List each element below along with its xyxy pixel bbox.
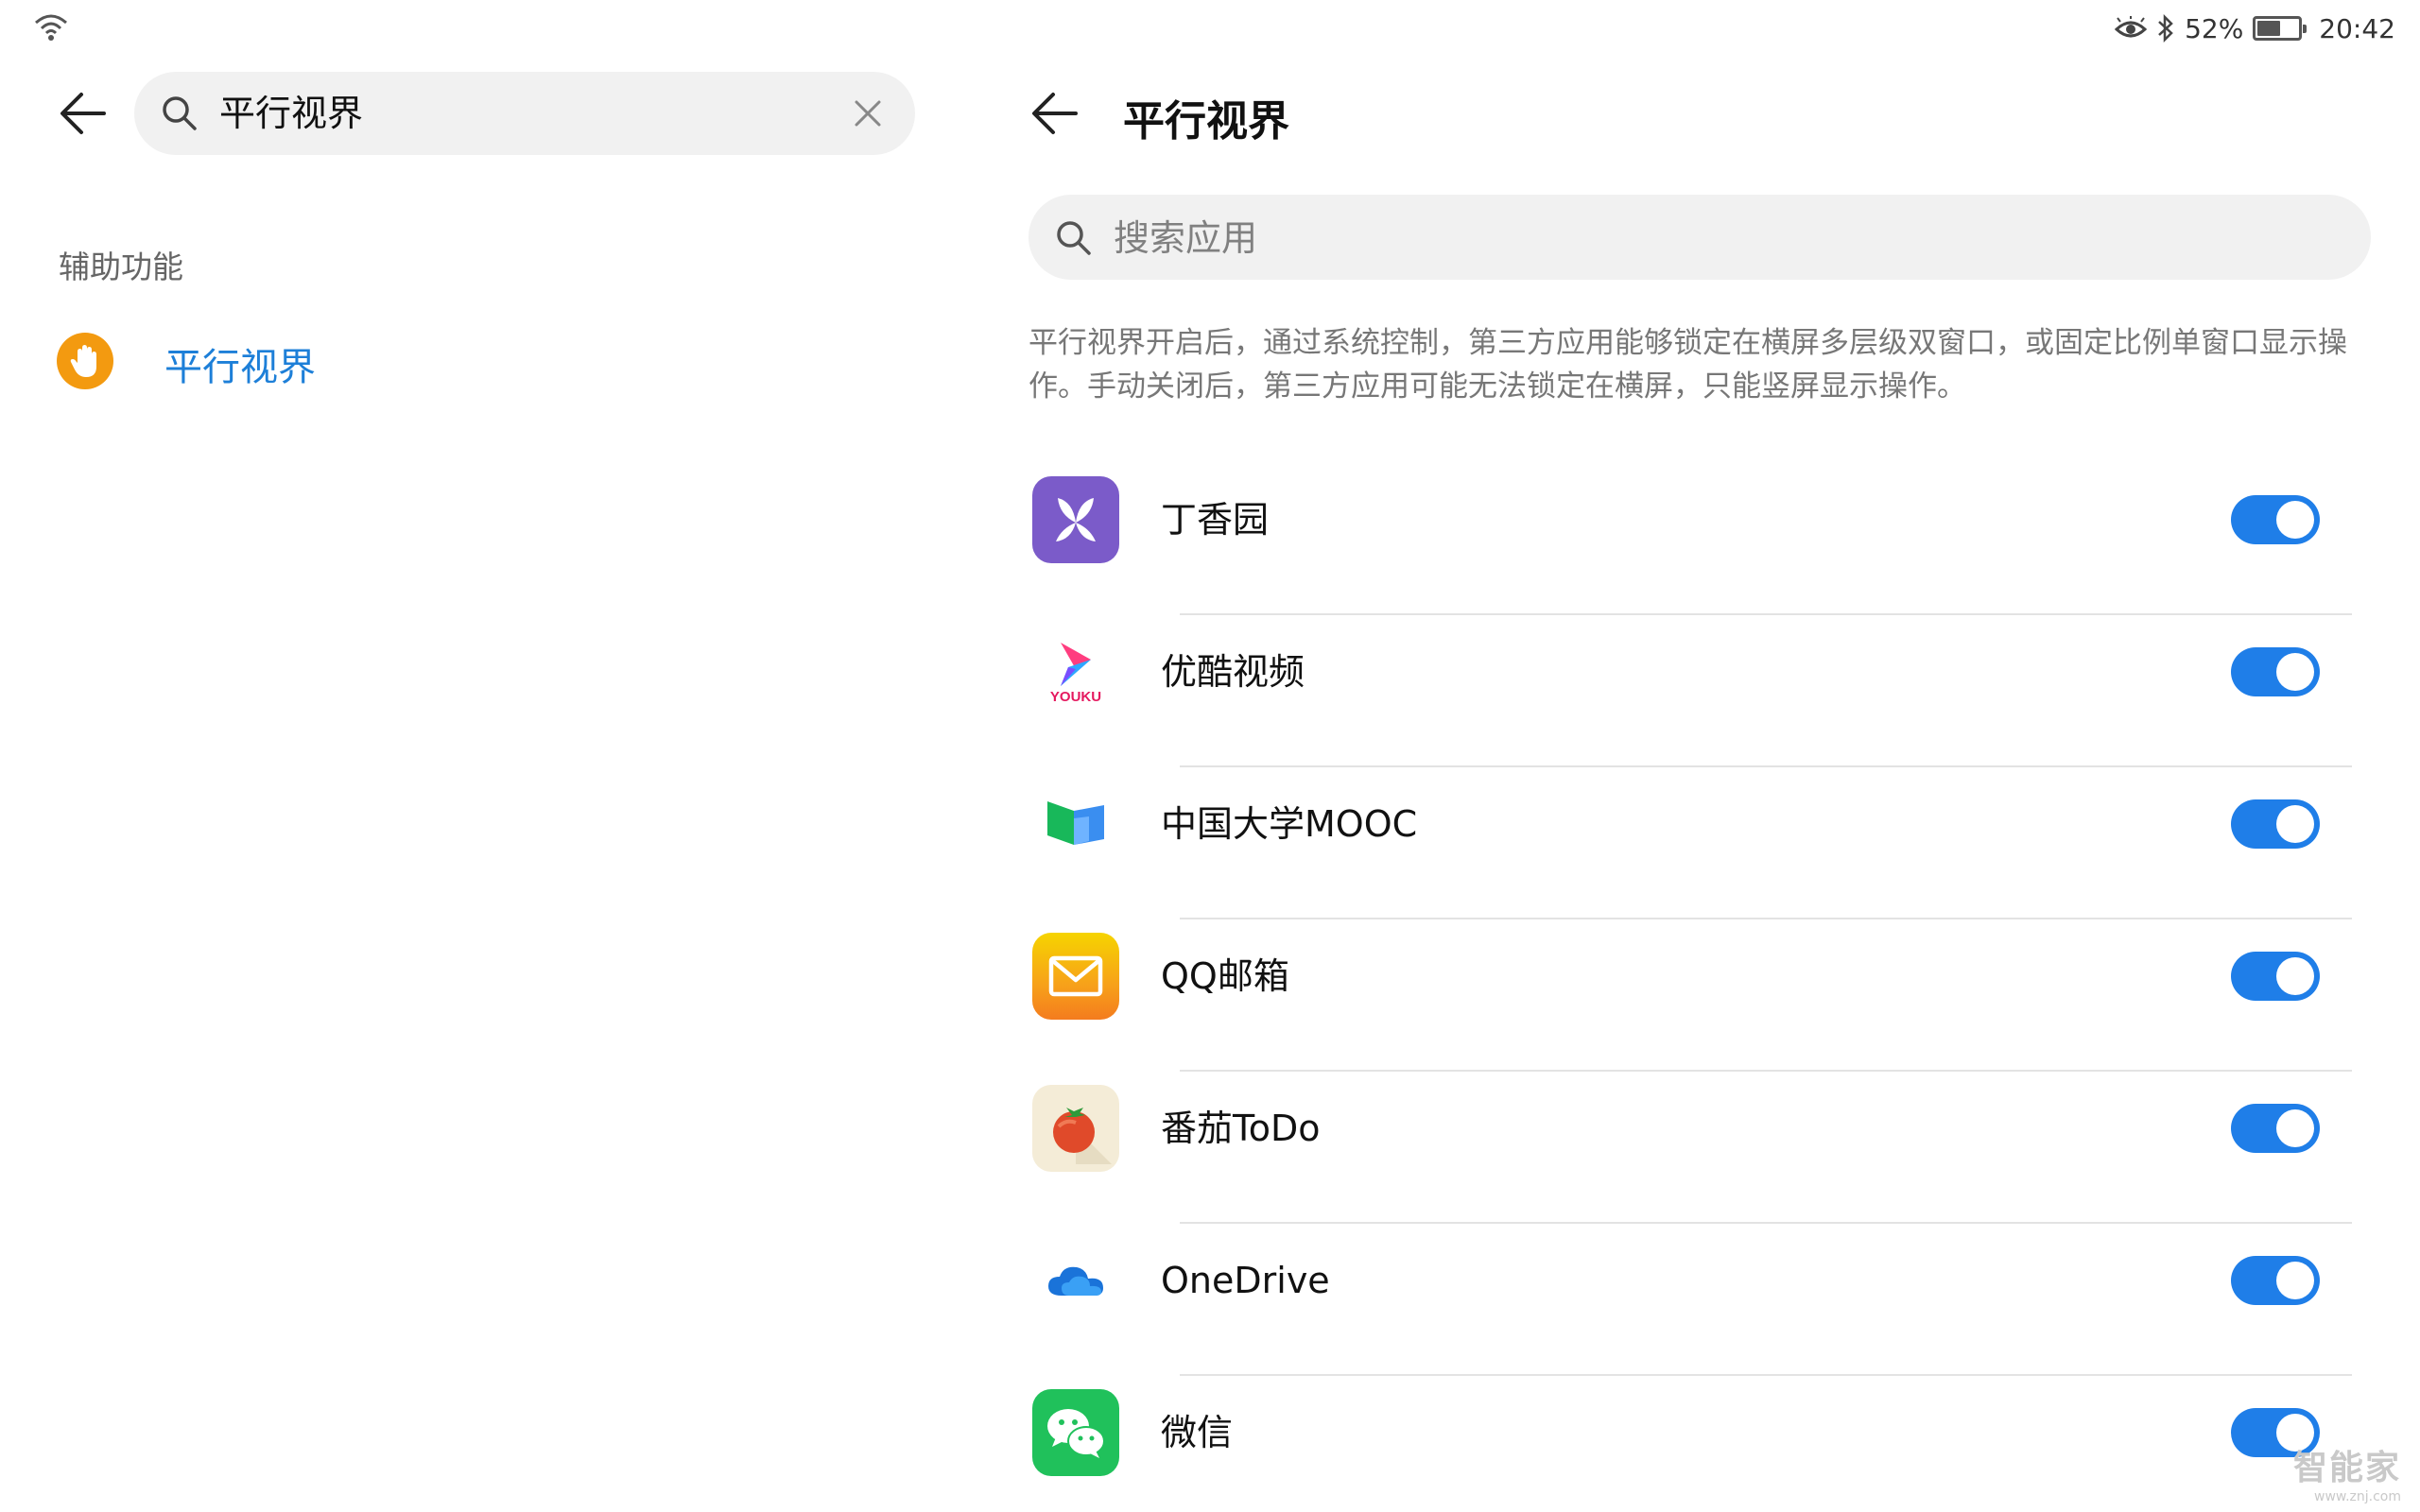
section-label: 辅助功能	[59, 249, 183, 285]
app-toggle[interactable]	[2231, 1104, 2320, 1153]
app-list: 丁香园 YOUKU 优酷视频 中国大学MOOC QQ邮箱 番茄ToDo OneD…	[1028, 463, 2371, 1512]
toggle-knob	[2276, 805, 2314, 843]
app-name: 微信	[1161, 1412, 1234, 1453]
app-toggle[interactable]	[2231, 495, 2320, 544]
back-arrow-icon[interactable]	[57, 85, 113, 142]
search-input[interactable]: 平行视界	[219, 91, 363, 136]
battery-percent: 52%	[2185, 12, 2244, 44]
tomato-todo-icon	[1032, 1085, 1119, 1172]
wechat-icon	[1032, 1389, 1119, 1476]
app-name: 中国大学MOOC	[1161, 803, 1418, 845]
wifi-icon	[35, 14, 67, 41]
app-row: YOUKU 优酷视频	[1028, 615, 2371, 767]
battery-icon	[2253, 16, 2308, 41]
hand-icon	[57, 333, 113, 389]
app-toggle[interactable]	[2231, 1256, 2320, 1305]
app-name: QQ邮箱	[1161, 955, 1289, 997]
youku-icon: YOUKU	[1032, 628, 1119, 715]
toggle-knob	[2276, 957, 2314, 995]
app-name: OneDrive	[1161, 1260, 1330, 1301]
watermark: 智能家 www.znj.com	[2293, 1440, 2401, 1504]
status-bar: 52% 20:42	[0, 0, 2420, 57]
settings-search-bar[interactable]: 平行视界	[134, 72, 915, 155]
status-right: 52% 20:42	[2115, 11, 2395, 45]
result-label[interactable]: 平行视界	[164, 336, 316, 391]
toggle-knob	[2276, 1109, 2314, 1147]
app-row: QQ邮箱	[1028, 919, 2371, 1072]
watermark-title: 智能家	[2292, 1449, 2401, 1487]
app-name: 番茄ToDo	[1161, 1108, 1321, 1149]
search-icon	[1057, 221, 1091, 255]
clock: 20:42	[2319, 12, 2395, 44]
app-row: 微信	[1028, 1376, 2371, 1512]
watermark-url: www.znj.com	[2314, 1489, 2401, 1504]
app-row: 番茄ToDo	[1028, 1072, 2371, 1224]
battery-level-fill	[2257, 21, 2281, 36]
qqmail-icon	[1032, 933, 1119, 1020]
dingxiangyuan-icon	[1032, 476, 1119, 563]
app-toggle[interactable]	[2231, 647, 2320, 696]
page-title: 平行视界	[1123, 97, 1289, 146]
app-row: OneDrive	[1028, 1224, 2371, 1376]
app-search-bar[interactable]: 搜索应用	[1028, 195, 2371, 280]
toggle-knob	[2276, 653, 2314, 691]
search-icon	[163, 96, 197, 130]
app-row: 中国大学MOOC	[1028, 767, 2371, 919]
app-name: 优酷视频	[1161, 651, 1305, 693]
app-search-input[interactable]: 搜索应用	[1114, 215, 1257, 261]
bluetooth-icon	[2158, 14, 2173, 43]
mooc-icon	[1032, 781, 1119, 868]
youku-wordmark: YOUKU	[1049, 689, 1102, 705]
app-toggle[interactable]	[2231, 952, 2320, 1001]
app-name: 丁香园	[1161, 499, 1270, 541]
back-arrow-icon[interactable]	[1028, 85, 1085, 142]
toggle-knob	[2276, 1262, 2314, 1299]
search-result-item[interactable]: 平行视界	[53, 327, 620, 403]
onedrive-icon	[1032, 1237, 1119, 1324]
feature-description: 平行视界开启后，通过系统控制，第三方应用能够锁定在横屏多层级双窗口，或固定比例单…	[1028, 326, 2347, 404]
app-row: 丁香园	[1028, 463, 2371, 615]
clear-icon[interactable]	[849, 94, 887, 132]
app-toggle[interactable]	[2231, 799, 2320, 849]
eye-comfort-icon	[2115, 16, 2148, 38]
toggle-knob	[2276, 501, 2314, 539]
